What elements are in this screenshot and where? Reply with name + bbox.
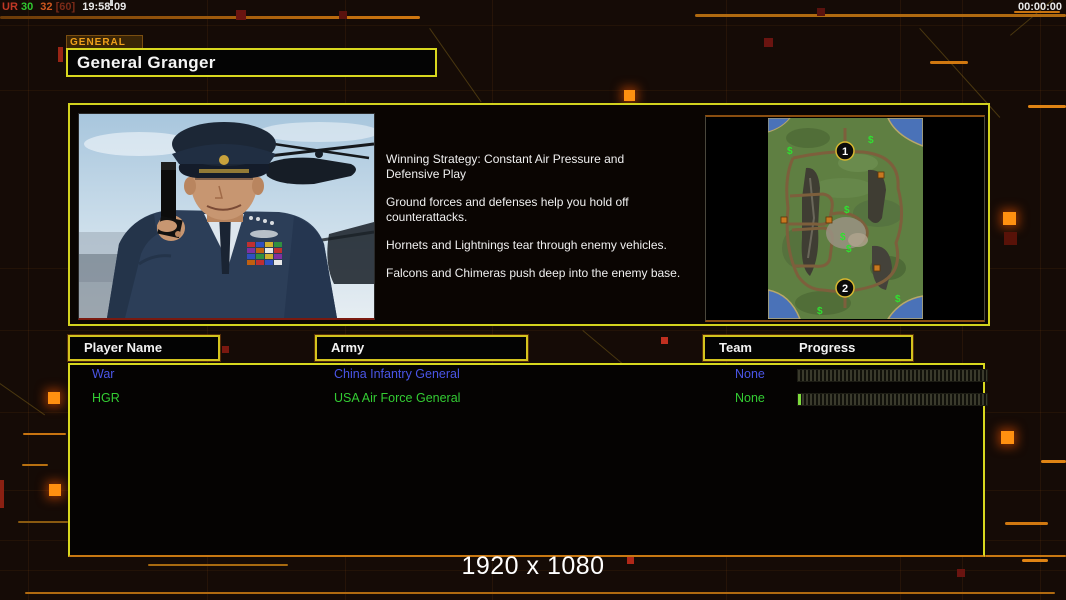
map-preview-box: $ $ $ $ $ $ $ 1 2 bbox=[705, 115, 985, 322]
strategy-line-2: Ground forces and defenses help you hold… bbox=[386, 195, 629, 224]
map-preview: $ $ $ $ $ $ $ 1 2 bbox=[767, 118, 923, 319]
player-name: War bbox=[92, 367, 115, 381]
debug-fps: 30 bbox=[20, 1, 34, 13]
header-progress: Progress bbox=[799, 340, 856, 355]
svg-text:$: $ bbox=[787, 146, 793, 157]
player-army: China Infantry General bbox=[334, 367, 460, 381]
general-info-panel: Winning Strategy: Constant Air Pressure … bbox=[68, 103, 990, 326]
debug-readout: UR 30 32 [60] 19:58:09 bbox=[2, 1, 130, 13]
start-position-2: 2 bbox=[834, 278, 855, 298]
strategy-text: Winning Strategy: Constant Air Pressure … bbox=[386, 152, 698, 294]
svg-text:$: $ bbox=[868, 135, 874, 146]
general-name: General Granger bbox=[77, 53, 216, 72]
header-army: Army bbox=[315, 335, 528, 361]
svg-text:$: $ bbox=[895, 294, 901, 305]
debug-ms: 32 bbox=[40, 1, 53, 13]
player-name: HGR bbox=[92, 391, 120, 405]
player-list-panel: War China Infantry General None HGR USA … bbox=[68, 363, 988, 557]
debug-clock: 19:58:09 bbox=[82, 1, 127, 13]
header-team: Team bbox=[719, 340, 752, 355]
general-title-box: General Granger bbox=[66, 48, 437, 77]
general-portrait bbox=[78, 113, 375, 320]
load-progress-bar bbox=[797, 393, 988, 406]
start-position-1: 1 bbox=[834, 141, 855, 161]
load-progress-bar bbox=[797, 369, 988, 382]
svg-text:$: $ bbox=[817, 306, 823, 317]
svg-text:$: $ bbox=[846, 244, 852, 255]
player-team: None bbox=[735, 391, 765, 405]
strategy-line-1: Winning Strategy: Constant Air Pressure … bbox=[386, 152, 625, 181]
player-team: None bbox=[735, 367, 765, 381]
debug-ur: UR bbox=[2, 1, 18, 13]
svg-text:$: $ bbox=[840, 232, 846, 243]
debug-cap: [60] bbox=[55, 1, 76, 13]
header-team-progress: Team Progress bbox=[703, 335, 913, 361]
svg-text:2: 2 bbox=[841, 283, 847, 295]
svg-text:$: $ bbox=[844, 205, 850, 216]
player-army: USA Air Force General bbox=[334, 391, 461, 405]
svg-text:1: 1 bbox=[841, 146, 847, 158]
resolution-label: 1920 x 1080 bbox=[461, 552, 605, 580]
game-timer: 00:00:00 bbox=[1017, 1, 1062, 13]
strategy-line-3: Hornets and Lightnings tear through enem… bbox=[386, 238, 667, 252]
strategy-line-4: Falcons and Chimeras push deep into the … bbox=[386, 266, 681, 280]
header-player-name: Player Name bbox=[68, 335, 220, 361]
